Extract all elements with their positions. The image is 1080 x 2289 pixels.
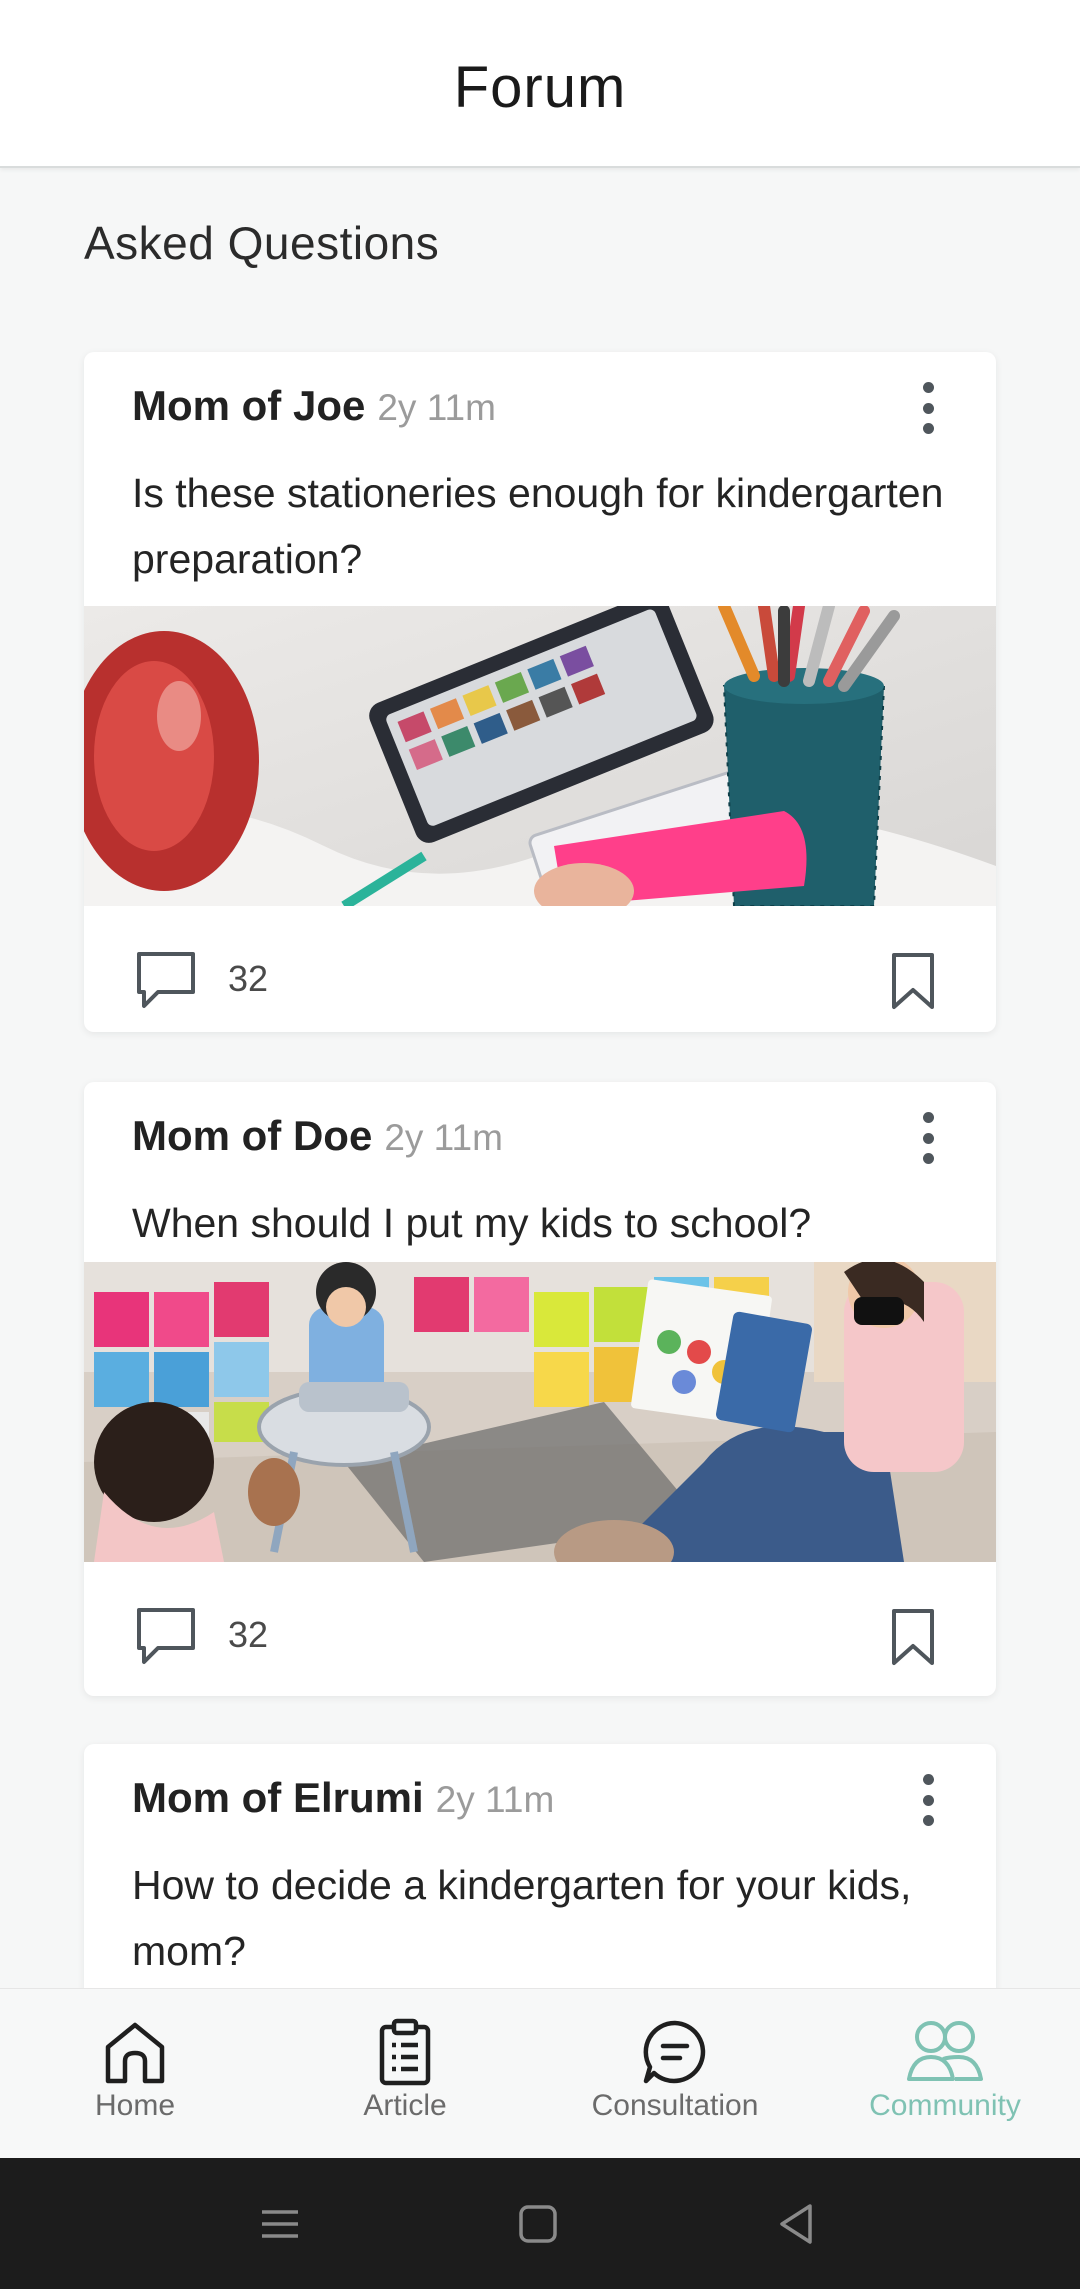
nav-consultation-label: Consultation (591, 2089, 759, 2122)
nav-community[interactable]: Community (810, 1989, 1080, 2158)
recent-apps-icon[interactable] (250, 2194, 310, 2254)
comment-icon[interactable] (134, 950, 198, 1010)
bookmark-icon[interactable] (890, 952, 936, 1010)
more-options-icon[interactable] (916, 1774, 940, 1826)
nav-home-label: Home (94, 2089, 176, 2122)
page-title: Forum (453, 54, 627, 120)
author-name: Mom of Doe (132, 1112, 373, 1159)
question-card[interactable]: Mom of Doe 2y 11m When should I put my ki… (84, 1082, 996, 1696)
nav-article[interactable]: Article (270, 1989, 540, 2158)
classroom-photo[interactable] (84, 1262, 996, 1562)
author-name: Mom of Joe (132, 382, 366, 429)
nav-consultation[interactable]: Consultation (540, 1989, 810, 2158)
card-footer: 32 (84, 906, 996, 1032)
nav-article-label: Article (363, 2089, 447, 2122)
clipboard-icon (379, 2018, 431, 2086)
card-header: Mom of Elrumi 2y 11m (84, 1744, 996, 1852)
app-header: Forum (0, 0, 1080, 168)
comment-icon[interactable] (134, 1606, 198, 1666)
question-text: Is these stationeries enough for kinderg… (132, 470, 944, 582)
bookmark-icon[interactable] (890, 1608, 936, 1666)
comment-count: 32 (228, 1614, 269, 1655)
nav-community-label: Community (869, 2089, 1021, 2122)
chat-icon (643, 2020, 706, 2084)
home-button-icon[interactable] (508, 2194, 568, 2254)
question-text: How to decide a kindergarten for your ki… (132, 1862, 912, 1974)
more-options-icon[interactable] (916, 382, 940, 434)
stationery-photo[interactable] (84, 606, 996, 906)
card-footer: 32 (84, 1562, 996, 1696)
bottom-nav: Home Article Consultation Community (0, 1988, 1080, 2158)
more-options-icon[interactable] (916, 1112, 940, 1164)
post-time: 2y 11m (435, 1779, 555, 1820)
card-header: Mom of Joe 2y 11m (84, 352, 996, 460)
question-card[interactable]: Mom of Elrumi 2y 11m How to decide a kind… (84, 1744, 996, 2004)
home-icon (105, 2022, 165, 2084)
system-nav-bar (0, 2158, 1080, 2289)
author-line: Mom of Doe 2y 11m (132, 1112, 503, 1160)
author-line: Mom of Joe 2y 11m (132, 382, 496, 430)
community-icon (907, 2021, 983, 2081)
section-title: Asked Questions (84, 217, 440, 269)
nav-home[interactable]: Home (0, 1989, 270, 2158)
back-icon[interactable] (766, 2194, 826, 2254)
question-text: When should I put my kids to school? (132, 1200, 812, 1246)
post-time: 2y 11m (384, 1117, 503, 1158)
author-name: Mom of Elrumi (132, 1774, 424, 1821)
post-time: 2y 11m (377, 387, 496, 428)
comment-count: 32 (228, 958, 269, 999)
question-card[interactable]: Mom of Joe 2y 11m Is these stationeries e… (84, 352, 996, 1032)
author-line: Mom of Elrumi 2y 11m (132, 1774, 554, 1822)
card-header: Mom of Doe 2y 11m (84, 1082, 996, 1190)
